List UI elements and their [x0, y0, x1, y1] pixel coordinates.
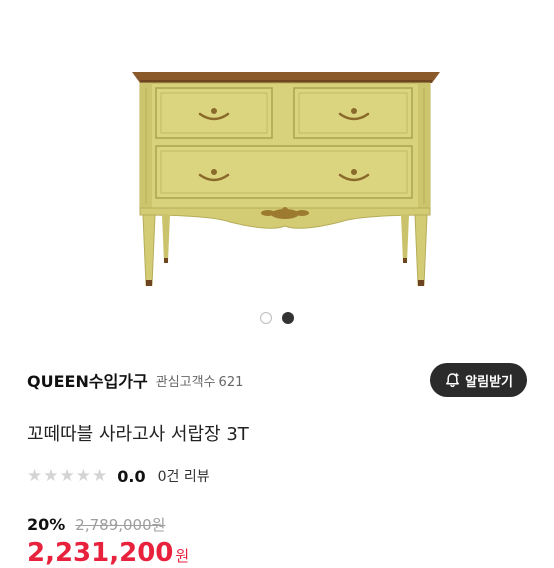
star-icon: ★: [92, 465, 108, 486]
final-price-row: 2,231,200 원: [27, 538, 189, 568]
final-price-unit: 원: [175, 547, 190, 565]
rating-value: 0.0: [117, 466, 146, 486]
price-row: 20% 2,789,000원: [27, 514, 165, 535]
star-icon: ★: [75, 465, 91, 486]
review-label: 리뷰: [183, 469, 210, 485]
star-icon: ★: [27, 465, 43, 486]
carousel-dot-2[interactable]: [282, 312, 294, 324]
rating-stars: ★ ★ ★ ★ ★: [27, 465, 108, 486]
seller-info-row: QUEEN수입가구 관심고객수 621 알림받기: [27, 362, 527, 398]
review-count-number: 0건: [157, 469, 180, 485]
seller-name[interactable]: QUEEN수입가구: [27, 368, 148, 392]
review-count[interactable]: 0건 리뷰: [158, 466, 210, 486]
star-icon: ★: [43, 465, 59, 486]
discount-rate: 20%: [27, 515, 66, 534]
original-price: 2,789,000원: [75, 516, 166, 534]
watchers-count: 621: [218, 374, 244, 390]
watchers-label: 관심고객수: [155, 374, 216, 390]
product-title: 꼬떼따블 사라고사 서랍장 3T: [27, 424, 249, 445]
notify-button-label: 알림받기: [465, 374, 513, 390]
product-image-carousel[interactable]: [0, 0, 554, 340]
star-icon: ★: [59, 465, 75, 486]
rating-row[interactable]: ★ ★ ★ ★ ★ 0.0 0건 리뷰: [27, 466, 210, 486]
carousel-indicator: [0, 312, 554, 324]
bell-plus-icon: [446, 372, 460, 387]
notify-button[interactable]: 알림받기: [430, 363, 527, 397]
product-image-chest-of-drawers: [132, 72, 440, 286]
carousel-dot-1[interactable]: [260, 312, 272, 324]
watchers-info: 관심고객수 621: [156, 371, 244, 390]
final-price: 2,231,200: [27, 538, 174, 568]
